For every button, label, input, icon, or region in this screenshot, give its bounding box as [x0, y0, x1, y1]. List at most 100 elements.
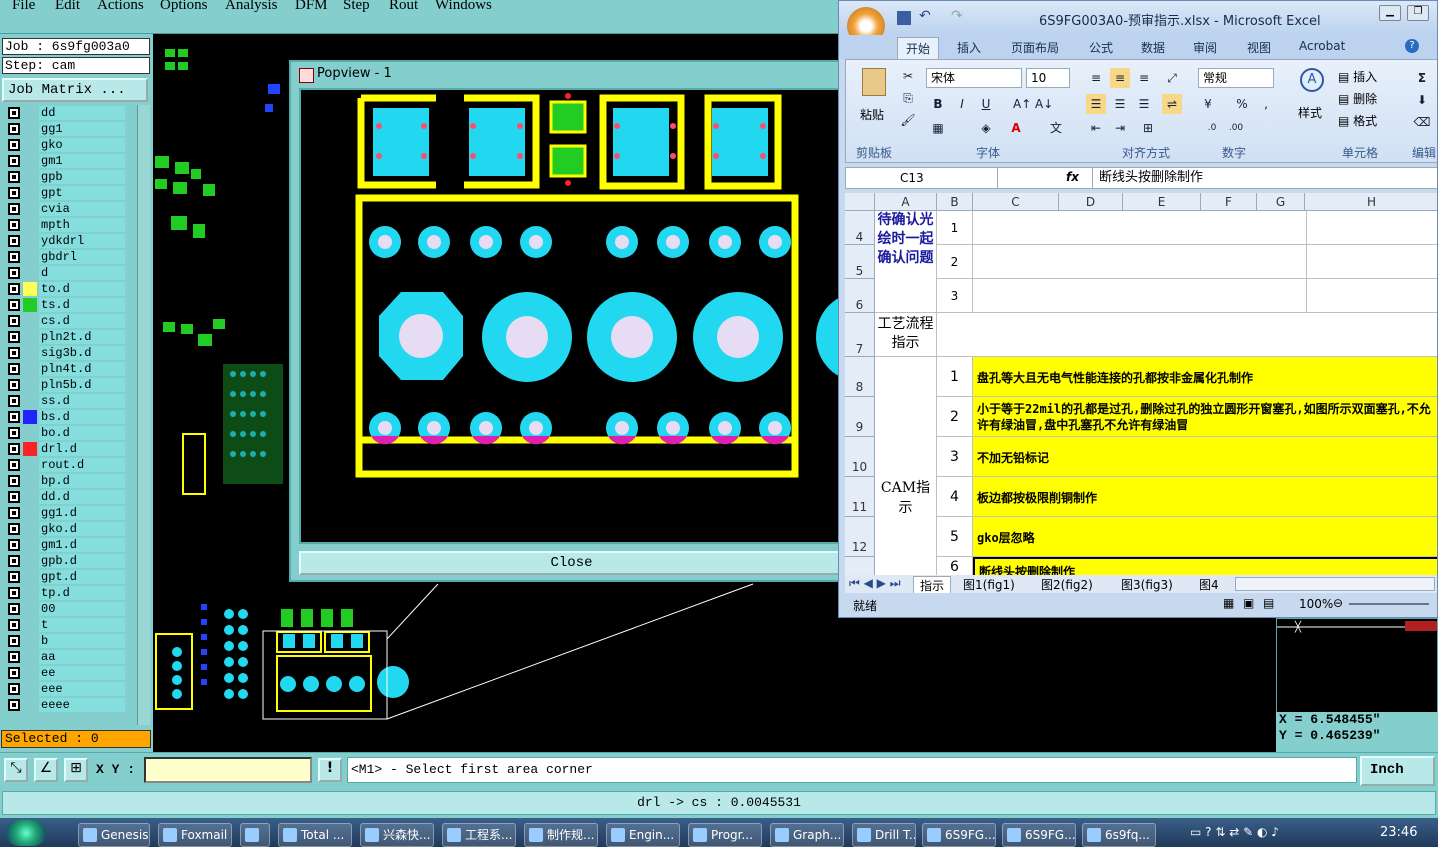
layer-name[interactable]: gpt.d — [39, 570, 125, 584]
layer-row[interactable]: tp.d — [3, 585, 136, 601]
task-excel-1[interactable]: 6S9FG... — [922, 823, 996, 847]
row-header[interactable]: 6 — [845, 279, 875, 313]
layer-row[interactable]: gbdrl — [3, 249, 136, 265]
layer-row[interactable]: ydkdrl — [3, 233, 136, 249]
layer-checkbox[interactable] — [8, 283, 20, 295]
layer-color-swatch[interactable] — [23, 522, 37, 536]
layer-checkbox[interactable] — [8, 443, 20, 455]
orientation-icon[interactable]: ⤢ — [1162, 68, 1182, 88]
font-color-icon[interactable]: A — [1006, 118, 1026, 138]
layer-name[interactable]: to.d — [39, 282, 125, 296]
layer-checkbox[interactable] — [8, 603, 20, 615]
layer-row[interactable]: dd — [3, 105, 136, 121]
layer-checkbox[interactable] — [8, 683, 20, 695]
autosum-icon[interactable]: Σ — [1412, 68, 1432, 88]
layer-color-swatch[interactable] — [23, 506, 37, 520]
layer-name[interactable]: gm1.d — [39, 538, 125, 552]
layer-color-swatch[interactable] — [23, 202, 37, 216]
layer-checkbox[interactable] — [8, 571, 20, 583]
layer-row[interactable]: drl.d — [3, 441, 136, 457]
tab-page-layout[interactable]: 页面布局 — [1011, 39, 1059, 56]
layer-row[interactable]: rout.d — [3, 457, 136, 473]
layer-checkbox[interactable] — [8, 107, 20, 119]
xy-input[interactable] — [144, 757, 312, 783]
row-header[interactable]: 8 — [845, 357, 875, 397]
layer-color-swatch[interactable] — [23, 490, 37, 504]
cell-h[interactable] — [1307, 211, 1437, 245]
task-graph[interactable]: Graph... — [770, 823, 844, 847]
layer-row[interactable]: dd.d — [3, 489, 136, 505]
format-painter-icon[interactable]: 🖌 — [898, 110, 918, 130]
align-left-icon[interactable]: ☰ — [1086, 94, 1106, 114]
task-total[interactable]: Total ... — [278, 823, 352, 847]
cell-c[interactable] — [973, 279, 1307, 313]
sheet-tab[interactable]: 图4 — [1199, 576, 1219, 593]
layer-checkbox[interactable] — [8, 171, 20, 183]
column-header[interactable]: A — [875, 193, 937, 211]
layer-row[interactable]: gpt.d — [3, 569, 136, 585]
paste-button[interactable]: 粘贴 — [854, 66, 894, 128]
layer-row[interactable]: gm1.d — [3, 537, 136, 553]
layer-color-swatch[interactable] — [23, 266, 37, 280]
menu-dfm[interactable]: DFM — [295, 0, 328, 14]
layer-name[interactable]: cs.d — [39, 314, 125, 328]
task-engineering[interactable]: 工程系... — [442, 823, 516, 847]
font-name-select[interactable]: 宋体 — [926, 68, 1022, 88]
layer-name[interactable]: tp.d — [39, 586, 125, 600]
measure-button[interactable]: ∠ — [34, 758, 58, 782]
layer-name[interactable]: gko.d — [39, 522, 125, 536]
column-header[interactable]: E — [1123, 193, 1201, 211]
underline-button[interactable]: U — [976, 94, 996, 114]
cell-instruction[interactable]: gko层忽略 — [973, 517, 1437, 557]
layer-row[interactable]: bo.d — [3, 425, 136, 441]
row-header[interactable]: 10 — [845, 437, 875, 477]
layer-name[interactable]: dd — [39, 106, 125, 120]
horizontal-scrollbar[interactable] — [1235, 577, 1435, 591]
layer-color-swatch[interactable] — [23, 666, 37, 680]
layer-checkbox[interactable] — [8, 379, 20, 391]
cell-c[interactable] — [973, 211, 1307, 245]
alert-button[interactable]: ! — [318, 758, 342, 782]
layer-checkbox[interactable] — [8, 251, 20, 263]
task-drill[interactable]: Drill T... — [852, 823, 916, 847]
layer-row[interactable]: b — [3, 633, 136, 649]
tray-icons[interactable]: ▭ ? ⇅ ⇄ ✎ ◐ ♪ — [1190, 825, 1279, 839]
layer-color-swatch[interactable] — [23, 410, 37, 424]
layer-name[interactable]: eeee — [39, 698, 125, 712]
layer-color-swatch[interactable] — [23, 362, 37, 376]
layer-name[interactable]: dd.d — [39, 490, 125, 504]
column-header[interactable]: H — [1305, 193, 1437, 211]
delete-cells-button[interactable]: ▤ 删除 — [1338, 90, 1377, 107]
number-format-select[interactable]: 常规 — [1198, 68, 1274, 88]
layer-checkbox[interactable] — [8, 139, 20, 151]
layer-checkbox[interactable] — [8, 555, 20, 567]
task-xingsen[interactable]: 兴森快... — [360, 823, 434, 847]
layer-row[interactable]: gko.d — [3, 521, 136, 537]
save-icon[interactable] — [897, 11, 911, 25]
layer-row[interactable]: gg1.d — [3, 505, 136, 521]
layer-row[interactable]: ee — [3, 665, 136, 681]
tab-acrobat[interactable]: Acrobat — [1299, 39, 1345, 53]
layer-name[interactable]: b — [39, 634, 125, 648]
layer-color-swatch[interactable] — [23, 138, 37, 152]
layer-row[interactable]: mpth — [3, 217, 136, 233]
menu-options[interactable]: Options — [160, 0, 208, 14]
layer-color-swatch[interactable] — [23, 426, 37, 440]
layer-checkbox[interactable] — [8, 667, 20, 679]
worksheet-grid[interactable]: A B C D E F G H 4 5 6 7 8 9 10 11 12 待确认… — [845, 193, 1437, 575]
cell-h[interactable] — [1307, 279, 1437, 313]
layer-row[interactable]: gko — [3, 137, 136, 153]
tab-data[interactable]: 数据 — [1141, 39, 1165, 56]
layer-row[interactable]: t — [3, 617, 136, 633]
layer-name[interactable]: ydkdrl — [39, 234, 125, 248]
unit-button[interactable]: Inch — [1360, 756, 1435, 786]
layer-name[interactable]: cvia — [39, 202, 125, 216]
layer-color-swatch[interactable] — [23, 154, 37, 168]
row-header[interactable]: 12 — [845, 517, 875, 557]
align-bottom-icon[interactable]: ≡ — [1134, 68, 1154, 88]
minimize-icon[interactable]: ▁ — [1379, 5, 1401, 21]
layer-row[interactable]: ss.d — [3, 393, 136, 409]
cell-a-process[interactable]: 工艺流程指示 — [875, 313, 937, 357]
cell-instruction[interactable]: 盘孔等大且无电气性能连接的孔都按非金属化孔制作 — [973, 357, 1437, 397]
layer-row[interactable]: ts.d — [3, 297, 136, 313]
